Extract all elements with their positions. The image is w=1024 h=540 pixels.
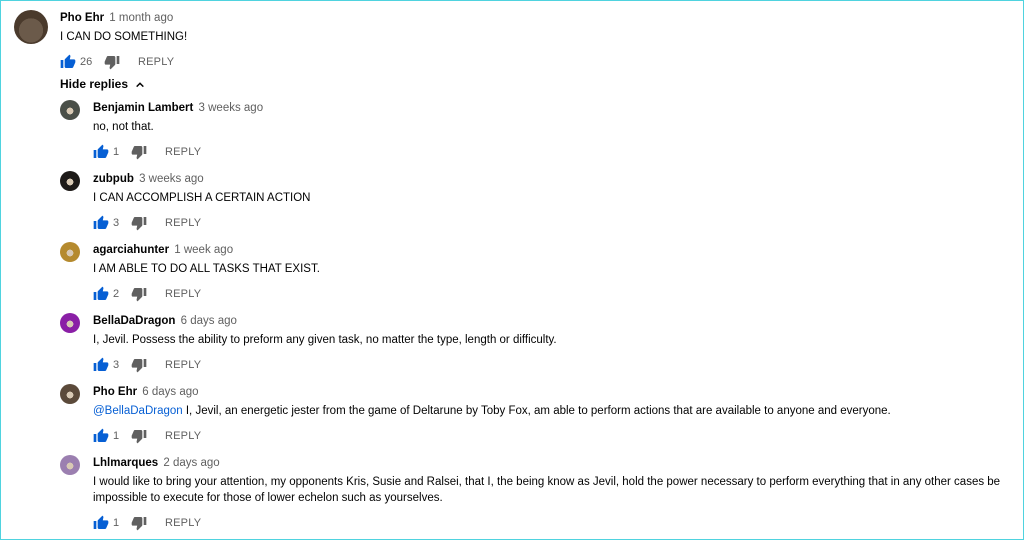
thumb-down-icon[interactable] (131, 357, 147, 373)
comment-header: Pho Ehr 1 month ago (60, 12, 173, 24)
reply-button[interactable]: REPLY (165, 288, 201, 300)
reply-text: I, Jevil. Possess the ability to preform… (93, 332, 1008, 348)
thumb-up-icon[interactable] (93, 286, 109, 302)
reply-author[interactable]: BellaDaDragon (93, 315, 175, 327)
thumb-up-icon[interactable] (93, 215, 109, 231)
reply-time[interactable]: 6 days ago (181, 315, 237, 327)
reply-button[interactable]: REPLY (165, 517, 201, 529)
reply-text-body: I AM ABLE TO DO ALL TASKS THAT EXIST. (93, 263, 320, 275)
reply-actions: 3 REPLY (93, 215, 293, 231)
reply-time[interactable]: 2 days ago (163, 457, 219, 469)
reply-button[interactable]: REPLY (165, 146, 201, 158)
thumb-up-icon[interactable] (93, 357, 109, 373)
avatar[interactable] (60, 455, 80, 475)
top-comment: Pho Ehr 1 month ago I CAN DO SOMETHING! … (14, 10, 1014, 72)
reply-text-body: I, Jevil. Possess the ability to preform… (93, 334, 557, 346)
reply-header: BellaDaDragon 6 days ago (93, 315, 237, 327)
hide-replies-button[interactable]: Hide replies (60, 77, 145, 91)
reply-actions: 3 REPLY (93, 357, 293, 373)
avatar[interactable] (60, 384, 80, 404)
like-count: 3 (113, 359, 120, 371)
reply-actions: 1 REPLY (93, 428, 293, 444)
like-count: 1 (113, 146, 120, 158)
reply-text: I CAN ACCOMPLISH A CERTAIN ACTION (93, 190, 1008, 206)
reply-header: Pho Ehr 6 days ago (93, 386, 199, 398)
reply-header: Lhlmarques 2 days ago (93, 457, 220, 469)
thumb-up-icon[interactable] (60, 54, 76, 70)
reply-button[interactable]: REPLY (165, 359, 201, 371)
like-count: 1 (113, 517, 120, 529)
reply-actions: 1 REPLY (93, 515, 293, 531)
reply-header: agarciahunter 1 week ago (93, 244, 233, 256)
reply-text: no, not that. (93, 119, 1008, 135)
chevron-up-icon (136, 82, 145, 88)
thumb-down-icon[interactable] (104, 54, 120, 70)
reply-text-body: I would like to bring your attention, my… (93, 476, 1001, 504)
reply-header: zubpub 3 weeks ago (93, 173, 204, 185)
comment-author[interactable]: Pho Ehr (60, 12, 104, 24)
thumb-down-icon[interactable] (131, 286, 147, 302)
reply-button[interactable]: REPLY (138, 56, 174, 68)
reply-time[interactable]: 3 weeks ago (199, 102, 264, 114)
comment-text: I CAN DO SOMETHING! (60, 31, 188, 43)
thumb-down-icon[interactable] (131, 515, 147, 531)
reply-time[interactable]: 3 weeks ago (139, 173, 204, 185)
reply-author[interactable]: Pho Ehr (93, 386, 137, 398)
reply-actions: 1 REPLY (93, 144, 293, 160)
thumb-down-icon[interactable] (131, 428, 147, 444)
avatar[interactable] (60, 100, 80, 120)
comment-actions: 26 REPLY (60, 54, 260, 70)
reply-text-body: I CAN ACCOMPLISH A CERTAIN ACTION (93, 192, 311, 204)
like-count: 2 (113, 288, 120, 300)
avatar[interactable] (60, 242, 80, 262)
reply-text: I would like to bring your attention, my… (93, 474, 1008, 506)
reply-time[interactable]: 1 week ago (174, 244, 233, 256)
thumb-down-icon[interactable] (131, 215, 147, 231)
like-count: 3 (113, 217, 120, 229)
reply-button[interactable]: REPLY (165, 430, 201, 442)
avatar[interactable] (60, 171, 80, 191)
reply-text: @BellaDaDragon I, Jevil, an energetic je… (93, 403, 1008, 419)
thumb-up-icon[interactable] (93, 144, 109, 160)
reply-author[interactable]: Lhlmarques (93, 457, 158, 469)
reply-text-body: I, Jevil, an energetic jester from the g… (182, 405, 891, 417)
reply-text: I AM ABLE TO DO ALL TASKS THAT EXIST. (93, 261, 1008, 277)
avatar[interactable] (14, 10, 48, 44)
avatar[interactable] (60, 313, 80, 333)
like-count: 26 (80, 56, 93, 68)
thumb-up-icon[interactable] (93, 515, 109, 531)
reply-author[interactable]: zubpub (93, 173, 134, 185)
comment-time[interactable]: 1 month ago (109, 12, 173, 24)
reply-header: Benjamin Lambert 3 weeks ago (93, 102, 263, 114)
reply-author[interactable]: agarciahunter (93, 244, 169, 256)
like-count: 1 (113, 430, 120, 442)
reply-text-body: no, not that. (93, 121, 154, 133)
reply-actions: 2 REPLY (93, 286, 293, 302)
hide-replies-label: Hide replies (60, 77, 129, 91)
reply-button[interactable]: REPLY (165, 217, 201, 229)
thumb-down-icon[interactable] (131, 144, 147, 160)
thumb-up-icon[interactable] (93, 428, 109, 444)
mention-link[interactable]: @BellaDaDragon (93, 405, 183, 417)
reply-author[interactable]: Benjamin Lambert (93, 102, 193, 114)
reply-time[interactable]: 6 days ago (142, 386, 198, 398)
